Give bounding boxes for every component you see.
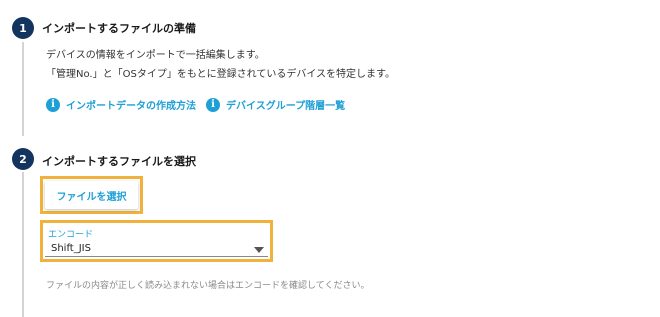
step-2-title: インポートするファイルを選択 — [42, 155, 196, 168]
info-icon: i — [206, 97, 220, 112]
step-1-timeline-line — [22, 42, 24, 136]
select-file-button[interactable]: ファイルを選択 — [45, 181, 138, 209]
step-1-badge: 1 — [12, 17, 34, 39]
device-group-hierarchy-link-label: デバイスグループ階層一覧 — [226, 101, 346, 112]
import-data-howto-link[interactable]: i インポートデータの作成方法 — [46, 97, 196, 112]
step-2-badge: 2 — [12, 148, 34, 170]
step-2-timeline-line — [22, 172, 24, 317]
device-group-hierarchy-link[interactable]: i デバイスグループ階層一覧 — [206, 97, 345, 112]
import-data-howto-link-label: インポートデータの作成方法 — [66, 101, 196, 112]
step-1-description-line-2: 「管理No.」と「OSタイプ」をもとに登録されているデバイスを特定します。 — [46, 69, 396, 80]
encode-select-value: Shift_JIS — [51, 243, 91, 254]
info-icon: i — [46, 97, 60, 112]
step-1-title: インポートするファイルの準備 — [42, 22, 196, 35]
encode-select-label: エンコード — [48, 230, 94, 240]
step-1-description-line-1: デバイスの情報をインポートで一括編集します。 — [46, 50, 265, 61]
encode-hint-text: ファイルの内容が正しく読み込まれない場合はエンコードを確認してください。 — [46, 281, 370, 291]
encode-select[interactable]: エンコード Shift_JIS — [45, 225, 268, 257]
caret-down-icon — [254, 247, 264, 253]
import-page: 1 インポートするファイルの準備 デバイスの情報をインポートで一括編集します。 … — [0, 0, 660, 317]
